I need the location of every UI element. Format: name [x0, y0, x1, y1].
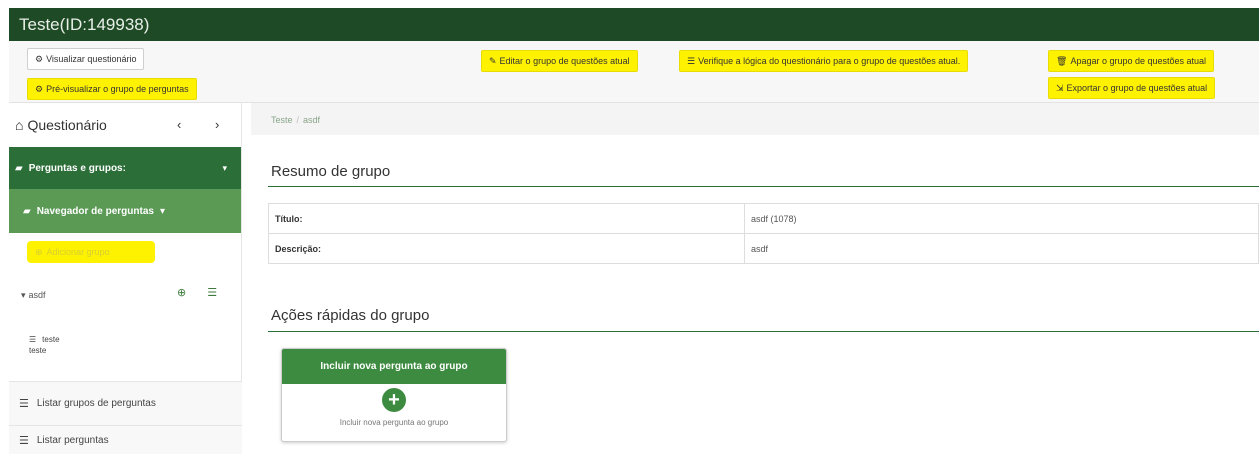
gear-icon: ⚙: [35, 54, 44, 64]
toolbar: ⚙ Visualizar questionário ⚙ Pré-visualizar…: [9, 41, 1259, 103]
group-actions: ⊕ ☰: [177, 286, 217, 299]
quick-actions-heading: Ações rápidas do grupo: [271, 307, 430, 324]
folder-open-icon: ▰: [15, 162, 23, 174]
breadcrumb-root[interactable]: Teste: [271, 115, 293, 125]
sidebar-item-label: Listar perguntas: [36, 434, 109, 446]
sidebar: ⌂ Questionário ‹ › ▰ Perguntas e grupos:…: [9, 103, 242, 454]
preview-group-label: Pré-visualizar o grupo de perguntas: [46, 84, 189, 94]
sidebar-item-label: Perguntas e grupos:: [28, 162, 126, 174]
sidebar-item-list-groups[interactable]: ☰ Listar grupos de perguntas: [9, 381, 242, 425]
edit-group-label: Editar o grupo de questões atual: [499, 56, 630, 66]
main-content: Teste / asdf Resumo de grupo Título: asdf …: [243, 103, 1259, 454]
caret-down-icon: ▾: [222, 162, 227, 173]
chevron-right-icon[interactable]: ›: [215, 117, 219, 132]
export-group-label: Exportar o grupo de questões atual: [1066, 83, 1208, 93]
window-title: Teste(ID:149938): [9, 8, 1259, 41]
trash-icon: 🗑: [1056, 56, 1068, 66]
folder-open-icon: ▰: [23, 205, 31, 217]
table-row: Descrição: asdf: [268, 233, 1259, 264]
add-question-card[interactable]: Incluir nova pergunta ao grupo + Incluir…: [281, 348, 507, 442]
list-icon: ☰: [19, 398, 29, 410]
summary-title-value: asdf (1078): [744, 203, 1259, 234]
add-group-label: Adicionar grupo: [46, 247, 110, 257]
summary-table: Título: asdf (1078) Descrição: asdf: [268, 203, 1259, 264]
preview-survey-label: Visualizar questionário: [46, 54, 137, 64]
summary-description-key: Descrição:: [268, 233, 745, 264]
quick-actions-divider: [268, 331, 1259, 332]
caret-down-icon: ▾: [159, 205, 165, 217]
plus-icon: ⊕: [35, 247, 43, 257]
list-icon[interactable]: ☰: [207, 287, 217, 299]
breadcrumb: Teste / asdf: [271, 115, 320, 125]
list-icon: ☰: [29, 335, 37, 344]
group-name: asdf: [28, 290, 46, 300]
summary-title-key: Título:: [268, 203, 745, 234]
delete-group-label: Apagar o grupo de questões atual: [1070, 56, 1207, 66]
breadcrumb-bar: [251, 103, 1259, 135]
export-icon: ⇲: [1056, 83, 1064, 93]
sidebar-title: Questionário: [27, 117, 107, 133]
sidebar-header: ⌂ Questionário ‹ ›: [9, 103, 241, 147]
breadcrumb-current: asdf: [303, 115, 321, 125]
preview-group-button[interactable]: ⚙ Pré-visualizar o grupo de perguntas: [27, 78, 197, 100]
list-icon: ☰: [687, 56, 696, 66]
chevron-left-icon[interactable]: ‹: [177, 117, 181, 132]
add-question-card-title: Incluir nova pergunta ao grupo: [282, 349, 506, 384]
sidebar-item-label: Listar grupos de perguntas: [36, 398, 156, 409]
check-logic-label: Verifique a lógica do questionário para …: [698, 56, 961, 66]
sidebar-item-label: Navegador de perguntas: [36, 205, 154, 217]
plus-circle-icon[interactable]: +: [382, 388, 406, 412]
add-question-icon[interactable]: ⊕: [177, 287, 186, 299]
add-group-button[interactable]: ⊕ Adicionar grupo: [27, 241, 155, 263]
sidebar-item-list-questions[interactable]: ☰ Listar perguntas: [9, 425, 242, 454]
add-question-card-subtitle: Incluir nova pergunta ao grupo: [339, 418, 449, 427]
delete-group-button[interactable]: 🗑 Apagar o grupo de questões atual: [1048, 50, 1215, 72]
table-row: Título: asdf (1078): [268, 203, 1259, 234]
list-icon: ☰: [19, 434, 29, 447]
question-code: teste: [42, 335, 60, 344]
summary-heading: Resumo de grupo: [271, 163, 391, 180]
summary-description-value: asdf: [744, 233, 1259, 264]
question-item[interactable]: ☰ teste teste: [29, 334, 60, 356]
home-icon[interactable]: ⌂: [15, 117, 23, 133]
edit-group-button[interactable]: ✎ Editar o grupo de questões atual: [481, 50, 638, 72]
caret-down-icon: ▾: [21, 290, 26, 300]
check-logic-button[interactable]: ☰ Verifique a lógica do questionário para…: [679, 50, 969, 72]
group-item[interactable]: ▾ asdf: [21, 290, 46, 301]
summary-divider: [268, 186, 1259, 187]
pencil-icon: ✎: [489, 56, 497, 66]
sidebar-item-question-navigator[interactable]: ▰ Navegador de perguntas ▾: [9, 189, 241, 233]
question-text: teste: [29, 346, 47, 355]
sidebar-item-questions-groups[interactable]: ▰ Perguntas e grupos: ▾: [9, 147, 241, 189]
gear-icon: ⚙: [35, 84, 44, 94]
breadcrumb-separator: /: [296, 115, 300, 125]
preview-survey-button[interactable]: ⚙ Visualizar questionário: [27, 48, 145, 70]
export-group-button[interactable]: ⇲ Exportar o grupo de questões atual: [1048, 77, 1216, 99]
